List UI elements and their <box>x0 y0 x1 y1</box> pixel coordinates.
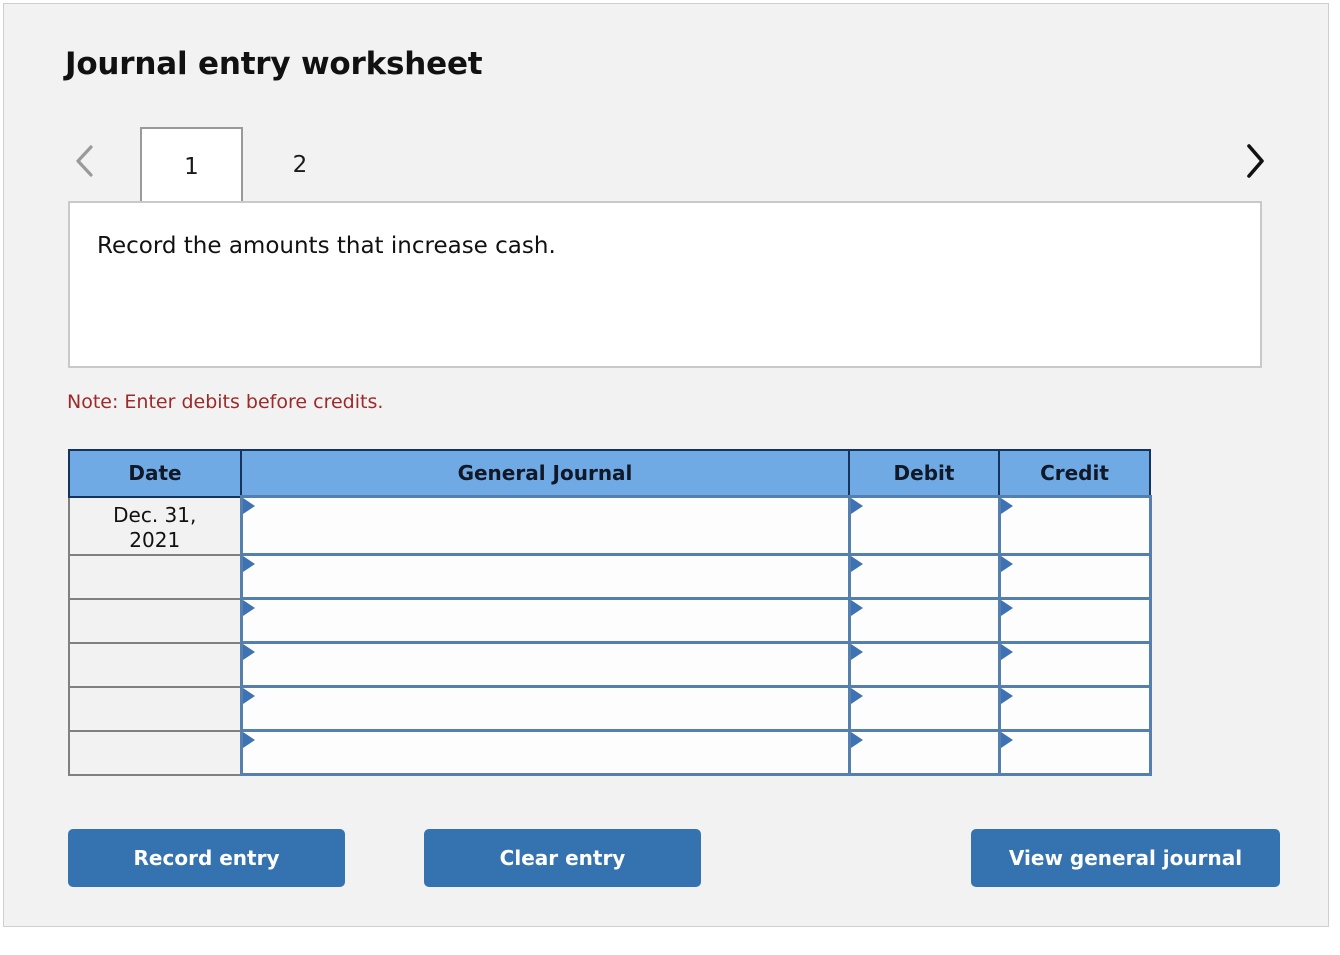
chevron-left-icon <box>74 144 96 178</box>
debit-input[interactable] <box>847 553 1001 601</box>
next-page-button[interactable] <box>1235 138 1275 184</box>
credit-input[interactable] <box>997 553 1152 601</box>
dropdown-triangle-icon <box>850 556 863 573</box>
date-cell[interactable] <box>68 685 242 732</box>
dropdown-triangle-icon <box>242 732 255 749</box>
dropdown-triangle-icon <box>242 644 255 661</box>
column-header-date: Date <box>68 449 242 498</box>
instruction-text: Record the amounts that increase cash. <box>97 233 556 259</box>
tab-page-1[interactable]: 1 <box>140 127 243 205</box>
date-line-2: 2021 <box>129 528 181 553</box>
instruction-panel: Record the amounts that increase cash. <box>68 201 1262 368</box>
dropdown-triangle-icon <box>1000 644 1013 661</box>
table-row <box>68 553 1152 601</box>
date-cell[interactable] <box>68 729 242 776</box>
tab-strip: 1 2 <box>65 116 1275 205</box>
journal-entry-table: Date General Journal Debit Credit Dec. 3… <box>68 449 1152 777</box>
dropdown-triangle-icon <box>1000 688 1013 705</box>
dropdown-triangle-icon <box>1000 600 1013 617</box>
general-journal-account-select[interactable] <box>239 494 851 557</box>
general-journal-account-select[interactable] <box>239 553 851 601</box>
dropdown-triangle-icon <box>1000 498 1013 514</box>
table-row <box>68 641 1152 689</box>
date-line-1: Dec. 31, <box>113 502 197 527</box>
debit-input[interactable] <box>847 641 1001 689</box>
table-header-row: Date General Journal Debit Credit <box>68 449 1151 498</box>
tab-page-2-label: 2 <box>292 151 308 178</box>
debit-input[interactable] <box>847 597 1001 645</box>
page-title: Journal entry worksheet <box>65 46 483 82</box>
credit-input[interactable] <box>997 729 1152 777</box>
general-journal-account-select[interactable] <box>239 685 851 733</box>
worksheet-panel: Journal entry worksheet 1 2 Record the a… <box>3 3 1329 927</box>
date-cell[interactable]: Dec. 31, 2021 <box>68 495 242 556</box>
debit-input[interactable] <box>847 494 1001 557</box>
dropdown-triangle-icon <box>850 600 863 617</box>
dropdown-triangle-icon <box>242 600 255 617</box>
column-header-general-journal: General Journal <box>240 449 850 498</box>
table-row <box>68 597 1152 645</box>
column-header-debit: Debit <box>848 449 1000 498</box>
table-row <box>68 729 1152 777</box>
prev-page-button[interactable] <box>65 138 105 184</box>
date-cell[interactable] <box>68 597 242 644</box>
dropdown-triangle-icon <box>1000 556 1013 573</box>
dropdown-triangle-icon <box>242 556 255 573</box>
chevron-right-icon <box>1243 142 1267 180</box>
debit-input[interactable] <box>847 685 1001 733</box>
dropdown-triangle-icon <box>850 688 863 705</box>
dropdown-triangle-icon <box>850 498 863 514</box>
debit-input[interactable] <box>847 729 1001 777</box>
column-header-credit: Credit <box>998 449 1151 498</box>
dropdown-triangle-icon <box>242 498 255 514</box>
credit-input[interactable] <box>997 641 1152 689</box>
credit-input[interactable] <box>997 494 1152 557</box>
dropdown-triangle-icon <box>850 644 863 661</box>
clear-entry-button[interactable]: Clear entry <box>424 829 701 887</box>
general-journal-account-select[interactable] <box>239 641 851 689</box>
dropdown-triangle-icon <box>242 688 255 705</box>
credit-input[interactable] <box>997 597 1152 645</box>
tab-page-1-label: 1 <box>184 154 199 180</box>
table-row <box>68 685 1152 733</box>
date-cell[interactable] <box>68 553 242 600</box>
general-journal-account-select[interactable] <box>239 729 851 777</box>
table-row: Dec. 31, 2021 <box>68 494 1152 557</box>
view-general-journal-button[interactable]: View general journal <box>971 829 1280 887</box>
tab-page-2[interactable]: 2 <box>255 127 345 202</box>
general-journal-account-select[interactable] <box>239 597 851 645</box>
date-cell[interactable] <box>68 641 242 688</box>
record-entry-button[interactable]: Record entry <box>68 829 345 887</box>
dropdown-triangle-icon <box>850 732 863 749</box>
credit-input[interactable] <box>997 685 1152 733</box>
debits-before-credits-note: Note: Enter debits before credits. <box>67 391 384 413</box>
dropdown-triangle-icon <box>1000 732 1013 749</box>
